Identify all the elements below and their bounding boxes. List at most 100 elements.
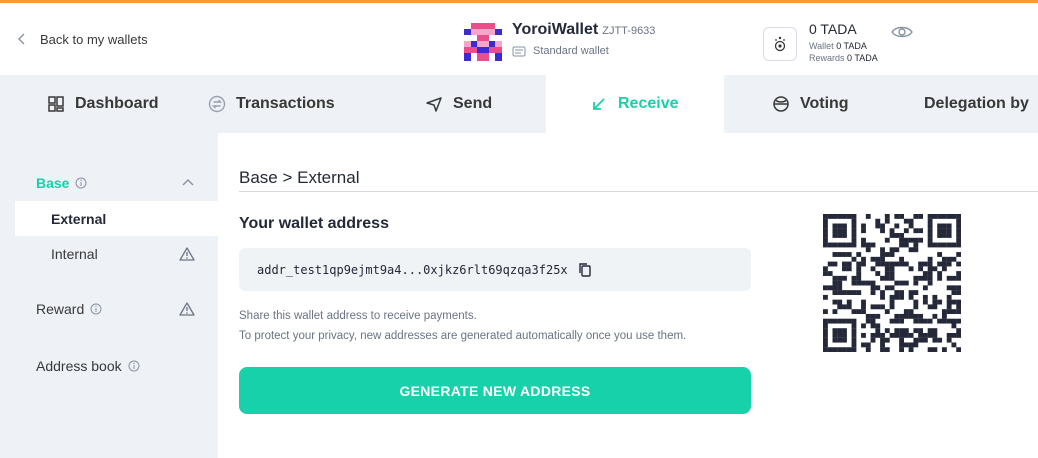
back-to-wallets-link[interactable]: Back to my wallets [14, 31, 148, 47]
qr-module [846, 304, 852, 310]
qr-module [941, 233, 947, 238]
wallet-balance-label: Wallet [809, 41, 834, 51]
copy-icon[interactable] [578, 262, 592, 278]
sidebar-item-external[interactable]: External [15, 201, 218, 236]
qr-module [956, 242, 961, 248]
tab-dashboard[interactable]: Dashboard [15, 75, 195, 133]
qr-module [927, 242, 933, 248]
qr-module [823, 294, 828, 300]
tab-delegation[interactable]: Delegation by [902, 75, 1029, 133]
chevron-up-icon[interactable] [182, 178, 194, 186]
qr-module [941, 214, 947, 219]
qr-module [846, 252, 852, 257]
sidebar-reward-section[interactable]: Reward [36, 301, 218, 317]
qr-module [903, 332, 909, 338]
qr-module [946, 304, 952, 310]
nav-tabs: Dashboard Transactions Send Receive Voti… [15, 75, 1038, 133]
wallet-address-box[interactable]: addr_test1qp9ejmt9a4...0xjkz6rlt69qzqa3f… [239, 248, 751, 291]
qr-module [870, 256, 876, 262]
qr-module [837, 318, 843, 324]
qr-module [899, 280, 904, 286]
qr-module [903, 237, 909, 243]
qr-module [880, 252, 885, 257]
qr-module [899, 261, 904, 267]
qr-module [918, 275, 924, 281]
qr-module [875, 261, 881, 267]
qr-module [865, 280, 871, 286]
qr-module [832, 328, 838, 334]
qr-module [880, 256, 885, 262]
qr-module [875, 285, 881, 291]
transactions-icon [208, 95, 226, 113]
tab-receive[interactable]: Receive [546, 75, 724, 133]
qr-module [837, 285, 843, 291]
qr-module [832, 233, 838, 238]
qr-module [956, 271, 961, 276]
qr-module [846, 318, 852, 324]
qr-module [894, 223, 900, 229]
qr-module [875, 323, 881, 329]
qr-module [842, 214, 847, 219]
qr-module [842, 304, 847, 310]
qr-module [884, 328, 890, 334]
qr-module [956, 237, 961, 243]
qr-module [918, 328, 924, 334]
qr-module [851, 275, 857, 281]
info-icon[interactable] [128, 360, 140, 372]
qr-module [861, 323, 866, 329]
tab-send[interactable]: Send [385, 75, 546, 133]
qr-module [908, 313, 914, 319]
qr-module [941, 309, 947, 315]
qr-module [937, 299, 943, 305]
qr-module [832, 285, 838, 291]
qr-module [932, 347, 938, 352]
wallet-address[interactable]: addr_test1qp9ejmt9a4...0xjkz6rlt69qzqa3f… [257, 263, 568, 277]
qr-module [951, 214, 957, 219]
qr-module [875, 332, 881, 338]
eye-icon[interactable] [891, 25, 913, 39]
qr-module [832, 252, 838, 257]
sidebar-base-section[interactable]: Base [36, 175, 218, 191]
qr-module [851, 237, 857, 243]
qr-module [842, 252, 847, 257]
qr-module [899, 318, 904, 324]
info-icon[interactable] [90, 303, 102, 315]
qr-module [927, 271, 933, 276]
sidebar-address-book-section[interactable]: Address book [36, 358, 218, 374]
tab-voting[interactable]: Voting [724, 75, 902, 133]
qr-module [899, 328, 904, 334]
qr-module [851, 256, 857, 262]
qr-module [837, 242, 843, 248]
qr-module [913, 337, 919, 343]
qr-module [946, 318, 952, 324]
qr-module [827, 285, 833, 291]
sidebar-item-internal[interactable]: Internal [15, 236, 218, 271]
tab-transactions[interactable]: Transactions [195, 75, 385, 133]
info-icon[interactable] [75, 177, 87, 189]
qr-module [827, 261, 833, 267]
qr-module [941, 223, 947, 229]
qr-module [889, 304, 895, 310]
qr-module [889, 332, 895, 338]
tab-label: Voting [800, 95, 849, 112]
qr-module [823, 285, 828, 291]
qr-module [946, 332, 952, 338]
qr-module [956, 233, 961, 238]
qr-module [932, 332, 938, 338]
qr-module [832, 299, 838, 305]
qr-module [894, 247, 900, 253]
qr-module [937, 214, 943, 219]
qr-module [903, 313, 909, 319]
qr-module [832, 214, 838, 219]
qr-module [932, 294, 938, 300]
generate-new-address-button[interactable]: GENERATE NEW ADDRESS [239, 367, 751, 414]
qr-module [865, 347, 871, 352]
qr-module [832, 318, 838, 324]
qr-module [856, 252, 862, 257]
rewards-label: Rewards [809, 53, 845, 63]
qr-module [851, 309, 857, 315]
qr-module [823, 214, 828, 219]
qr-module [837, 275, 843, 281]
qr-module [837, 280, 843, 286]
qr-module [837, 299, 843, 305]
